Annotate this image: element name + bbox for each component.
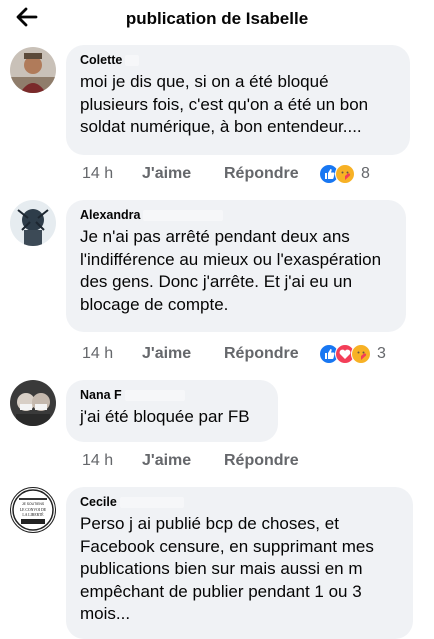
comment-actions: 14 h J'aime Répondre bbox=[82, 165, 323, 183]
like-button[interactable]: J'aime bbox=[142, 452, 200, 470]
comment-time[interactable]: 14 h bbox=[82, 165, 142, 183]
like-button[interactable]: J'aime bbox=[142, 345, 200, 363]
top-bar: publication de Isabelle bbox=[0, 0, 434, 40]
like-button[interactable]: J'aime bbox=[142, 165, 200, 183]
comment-text: moi je dis que, si on a été bloqué plusi… bbox=[80, 72, 369, 136]
reply-button[interactable]: Répondre bbox=[224, 452, 299, 470]
reply-button[interactable]: Répondre bbox=[224, 165, 299, 183]
avatar[interactable] bbox=[10, 380, 56, 426]
comment-text: Je n'ai pas arrêté pendant deux ans l'in… bbox=[80, 227, 382, 314]
comment-actions: 14 h J'aime Répondre bbox=[82, 345, 323, 363]
reply-button[interactable]: Répondre bbox=[224, 345, 299, 363]
avatar[interactable] bbox=[10, 200, 56, 246]
svg-text:LE CONVOI DE: LE CONVOI DE bbox=[20, 508, 47, 512]
reaction-count[interactable]: 3 bbox=[377, 345, 386, 363]
reaction-count[interactable]: 8 bbox=[361, 165, 370, 183]
svg-text:LA LIBERTÉ: LA LIBERTÉ bbox=[22, 512, 44, 517]
comment-bubble: Colette moi je dis que, si on a été bloq… bbox=[66, 45, 410, 155]
avatar[interactable] bbox=[10, 47, 56, 93]
comment-actions: 14 h J'aime Répondre bbox=[82, 452, 323, 470]
redacted-name bbox=[119, 496, 184, 508]
care-icon bbox=[335, 164, 355, 184]
comment-author[interactable]: Nana F bbox=[80, 388, 122, 402]
svg-text:JE SOUTIENS: JE SOUTIENS bbox=[22, 502, 45, 506]
comment-bubble: Alexandra Je n'ai pas arrêté pendant deu… bbox=[66, 200, 406, 332]
reaction-summary[interactable]: 3 bbox=[319, 344, 386, 364]
redacted-name bbox=[124, 389, 185, 401]
page-title: publication de Isabelle bbox=[125, 9, 309, 28]
comment-author[interactable]: Colette bbox=[80, 53, 122, 67]
comment-text: Perso j ai publié bcp de choses, et Face… bbox=[80, 514, 374, 623]
redacted-name bbox=[143, 209, 224, 221]
comment-author[interactable]: Cecile bbox=[80, 495, 117, 509]
comment-text: j'ai été bloquée par FB bbox=[80, 407, 250, 426]
care-icon bbox=[351, 344, 371, 364]
comment-author[interactable]: Alexandra bbox=[80, 208, 140, 222]
avatar[interactable]: JE SOUTIENS LE CONVOI DE LA LIBERTÉ bbox=[10, 487, 56, 533]
comment-time[interactable]: 14 h bbox=[82, 345, 142, 363]
comment-bubble: Cecile Perso j ai publié bcp de choses, … bbox=[66, 487, 413, 639]
comment-time[interactable]: 14 h bbox=[82, 452, 142, 470]
reaction-summary[interactable]: 8 bbox=[319, 164, 370, 184]
comment-bubble: Nana F j'ai été bloquée par FB bbox=[66, 380, 278, 442]
convoy-logo: JE SOUTIENS LE CONVOI DE LA LIBERTÉ bbox=[12, 489, 54, 531]
redacted-name bbox=[125, 54, 140, 66]
